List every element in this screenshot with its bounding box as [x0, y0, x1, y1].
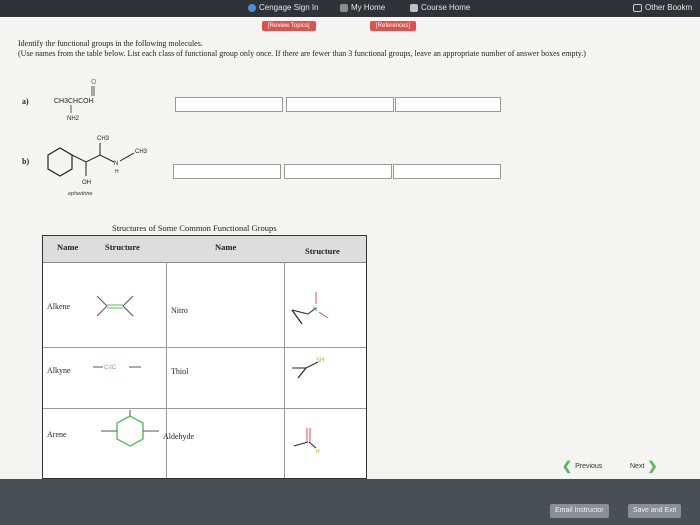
chevron-left-icon: ❮ [562, 459, 573, 473]
grid-icon [340, 3, 348, 12]
table-cell-name: Arene [47, 430, 67, 439]
email-instructor-button[interactable]: Email Instructor [550, 504, 609, 518]
bookmark-label: Other Bookm [645, 3, 693, 12]
table-cell-name: Nitro [171, 306, 188, 315]
carbon-chain [71, 154, 115, 163]
bookmark-label: Cengage Sign In [259, 3, 319, 12]
row-divider [43, 408, 366, 409]
table-cell-name: Thiol [171, 367, 189, 376]
previous-button[interactable]: ❮ Previous [562, 459, 602, 473]
review-topics-button[interactable]: [Review Topics] [262, 21, 316, 31]
methyl-label: CH3 [97, 136, 110, 142]
alkyne-structure: C≡C [93, 365, 141, 371]
molecule-a-amine: NH2 [67, 116, 80, 122]
bond [308, 441, 317, 449]
answer-box-a-3[interactable] [395, 97, 501, 112]
bookmark-my-home[interactable]: My Home [340, 3, 385, 12]
bottom-bar [0, 479, 700, 525]
table-caption: Structures of Some Common Functional Gro… [112, 223, 277, 233]
bookmarks-bar: Cengage Sign In My Home Course Home Othe… [0, 0, 700, 17]
next-button[interactable]: Next ❯ [630, 459, 657, 473]
table-header-row: Name Structure Name Structure [43, 236, 366, 263]
thiol-structure: SH [292, 358, 324, 379]
answer-box-b-3[interactable] [393, 164, 501, 179]
cengage-icon [248, 3, 256, 12]
page-content: [Review Topics] [References] Identify th… [0, 17, 700, 479]
molecule-b: CH3 CH3 N H OH ephedrine [47, 136, 148, 197]
nitrogen-label: N [114, 161, 118, 167]
answer-box-a-1[interactable] [175, 97, 283, 112]
benzene-ring [116, 415, 144, 447]
header-name: Name [57, 242, 79, 252]
molecule-a: CH3CHCOH NH2 O [54, 79, 97, 122]
part-b-label: b) [22, 157, 30, 166]
chevron-right-icon: ❯ [647, 459, 658, 473]
answer-box-b-1[interactable] [173, 164, 281, 179]
instruction-note: (Use names from the table below. List ea… [18, 49, 586, 58]
bond [122, 295, 134, 307]
save-and-exit-button[interactable]: Save and Exit [628, 504, 682, 518]
bond [297, 367, 307, 379]
bookmark-label: Course Home [421, 3, 471, 12]
table-cell-name: Alkyne [47, 366, 71, 375]
header-name: Name [215, 242, 237, 252]
answer-box-a-2[interactable] [286, 97, 394, 112]
n-methyl-bond [119, 152, 135, 162]
previous-label: Previous [575, 462, 603, 470]
column-divider [284, 262, 285, 478]
arene-structure [101, 410, 159, 447]
next-label: Next [630, 462, 645, 470]
molecule-a-oxygen: O [91, 79, 97, 86]
answer-box-b-2[interactable] [284, 164, 392, 179]
molecule-a-formula: CH3CHCOH [54, 98, 94, 105]
part-a-label: a) [22, 97, 29, 106]
bookmark-other[interactable]: Other Bookm [633, 3, 692, 12]
instructions: Identify the functional groups in the fo… [18, 39, 638, 59]
header-structure: Structure [305, 246, 340, 256]
thiol-label: SH [316, 358, 324, 364]
methyl-label: CH3 [135, 149, 148, 155]
benzene-ring [47, 147, 73, 177]
bookmark-course-home[interactable]: Course Home [410, 3, 470, 12]
bookmark-label: My Home [351, 3, 386, 12]
bond [122, 305, 134, 317]
bookmark-cengage[interactable]: Cengage Sign In [248, 3, 319, 12]
table-cell-name: Alkene [47, 302, 71, 311]
nitro-structure: N [291, 292, 329, 325]
bond [318, 311, 329, 319]
hydrogen-label: H [115, 169, 119, 175]
folder-icon [633, 3, 642, 12]
table-cell-name: Aldehyde [163, 432, 195, 441]
aldehyde-structure: H [293, 428, 320, 455]
references-button[interactable]: [References] [370, 21, 417, 31]
functional-groups-table: Name Structure Name Structure Alkene Nit… [42, 235, 367, 479]
bond [96, 295, 108, 307]
nitro-n-label: N [313, 307, 317, 313]
instruction-line: Identify the functional groups in the fo… [18, 39, 203, 48]
page-icon [410, 3, 418, 12]
bond [96, 305, 108, 317]
column-divider [166, 262, 167, 478]
header-structure: Structure [105, 242, 140, 252]
row-divider [43, 347, 366, 348]
molecule-b-name: ephedrine [68, 191, 92, 197]
alkyne-label: C≡C [104, 365, 117, 371]
bond [293, 441, 309, 447]
alkene-structure [96, 295, 134, 317]
aldehyde-h-label: H [316, 449, 320, 455]
hydroxyl-label: OH [82, 180, 91, 186]
